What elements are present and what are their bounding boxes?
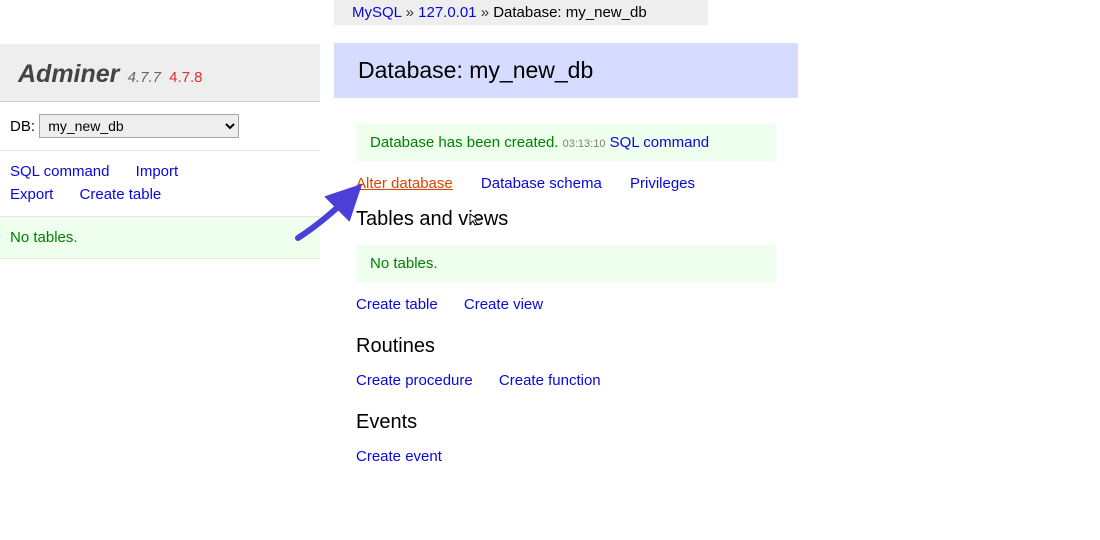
tables-links: Create table Create view — [356, 296, 1086, 313]
create-event-link[interactable]: Create event — [356, 448, 442, 465]
events-links: Create event — [356, 448, 1086, 465]
create-procedure-link[interactable]: Create procedure — [356, 372, 473, 389]
export-link[interactable]: Export — [10, 184, 53, 207]
create-function-link[interactable]: Create function — [499, 372, 601, 389]
sidebar: Adminer 4.7.7 4.7.8 DB: my_new_db SQL co… — [0, 0, 320, 540]
events-heading: Events — [356, 411, 1086, 434]
app-name: Adminer — [18, 60, 119, 88]
sql-command-link[interactable]: SQL command — [10, 161, 110, 184]
tables-heading: Tables and views — [356, 208, 1086, 231]
breadcrumb-db-label: Database: — [493, 4, 561, 21]
breadcrumb-sep: » — [406, 4, 414, 21]
create-table-link[interactable]: Create table — [80, 184, 162, 207]
routines-links: Create procedure Create function — [356, 372, 1086, 389]
routines-heading: Routines — [356, 335, 1086, 358]
breadcrumb-driver[interactable]: MySQL — [352, 4, 401, 21]
breadcrumb-db-name: my_new_db — [566, 4, 647, 21]
alter-database-link[interactable]: Alter database — [356, 175, 453, 192]
db-actions: Alter database Database schema Privilege… — [356, 175, 1086, 192]
create-table-link-main[interactable]: Create table — [356, 296, 438, 313]
db-label: DB: — [10, 118, 35, 135]
privileges-link[interactable]: Privileges — [630, 175, 695, 192]
sidebar-no-tables: No tables. — [0, 217, 320, 259]
db-selector-row: DB: my_new_db — [0, 102, 320, 151]
main-content: MySQL » 127.0.01 » Database: my_new_db D… — [320, 0, 1100, 540]
logo-bar: Adminer 4.7.7 4.7.8 — [0, 44, 320, 102]
breadcrumb: MySQL » 127.0.01 » Database: my_new_db — [334, 0, 708, 25]
database-schema-link[interactable]: Database schema — [481, 175, 602, 192]
page-title: Database: my_new_db — [334, 43, 798, 98]
breadcrumb-host[interactable]: 127.0.01 — [418, 4, 476, 21]
message-sql-link[interactable]: SQL command — [610, 134, 710, 151]
message-text: Database has been created. — [370, 134, 558, 151]
breadcrumb-sep: » — [481, 4, 489, 21]
import-link[interactable]: Import — [136, 161, 179, 184]
sidebar-links: SQL command Import Export Create table — [0, 151, 320, 217]
app-new-version[interactable]: 4.7.8 — [169, 69, 202, 86]
app-version: 4.7.7 — [128, 69, 161, 86]
success-message: Database has been created. 03:13:10 SQL … — [356, 124, 776, 161]
no-tables-main: No tables. — [356, 245, 776, 282]
message-timestamp: 03:13:10 — [563, 138, 606, 150]
create-view-link[interactable]: Create view — [464, 296, 543, 313]
db-select[interactable]: my_new_db — [39, 114, 239, 138]
